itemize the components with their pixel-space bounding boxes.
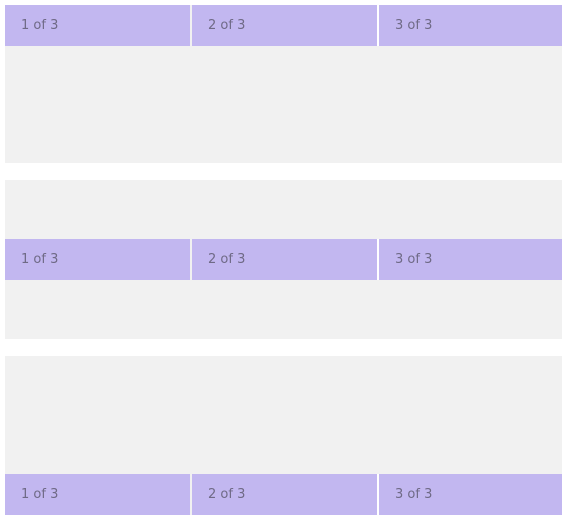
column-3: 3 of 3	[377, 5, 562, 46]
column-1: 1 of 3	[5, 239, 190, 280]
column-3: 3 of 3	[377, 239, 562, 280]
column-1: 1 of 3	[5, 5, 190, 46]
column-group: 1 of 3 2 of 3 3 of 3	[5, 5, 562, 46]
column-1: 1 of 3	[5, 474, 190, 515]
row-align-center: 1 of 3 2 of 3 3 of 3	[5, 180, 562, 339]
column-group: 1 of 3 2 of 3 3 of 3	[5, 239, 562, 280]
column-2: 2 of 3	[192, 239, 377, 280]
column-group: 1 of 3 2 of 3 3 of 3	[5, 474, 562, 515]
row-align-start: 1 of 3 2 of 3 3 of 3	[5, 5, 562, 163]
column-2: 2 of 3	[192, 474, 377, 515]
column-3: 3 of 3	[377, 474, 562, 515]
column-2: 2 of 3	[192, 5, 377, 46]
row-align-end: 1 of 3 2 of 3 3 of 3	[5, 356, 562, 515]
